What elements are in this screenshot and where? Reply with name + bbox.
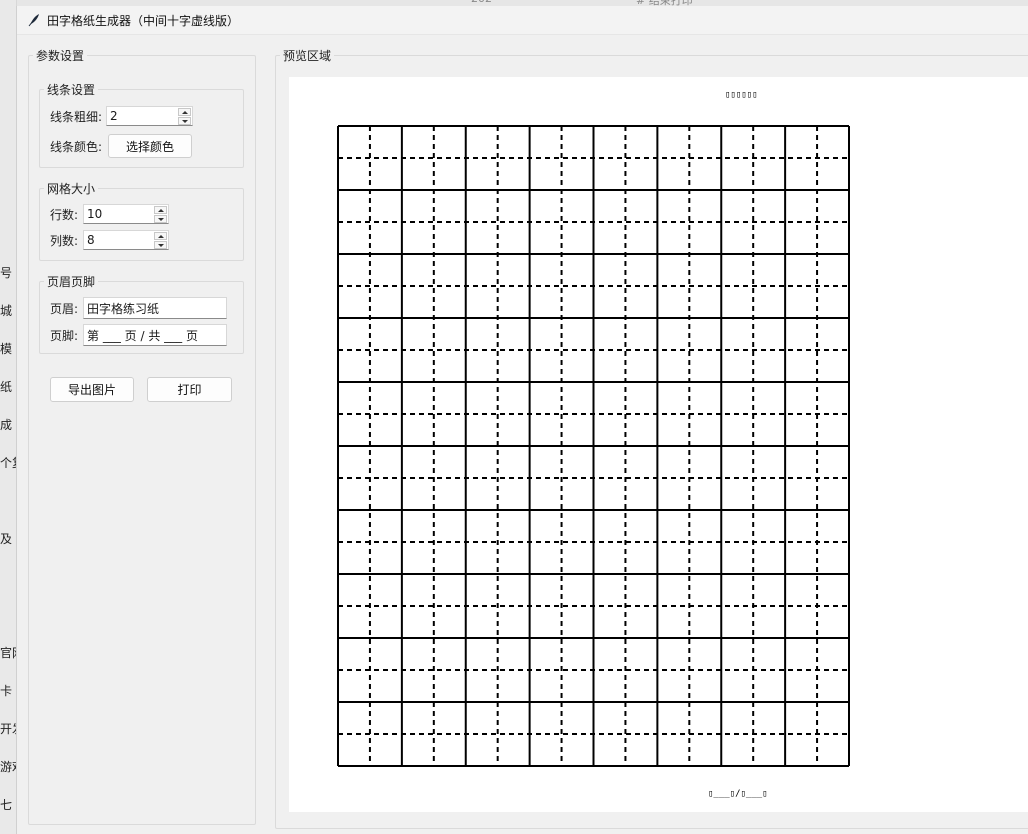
grid-size-legend: 网格大小 [47,182,96,196]
background-fragment: 及 [0,532,13,546]
feather-icon [27,13,41,27]
spin-down-icon[interactable] [178,117,192,125]
cols-row: 列数: 8 [50,230,170,250]
rows-label: 行数: [50,207,79,222]
background-window-sliver: 号 城 模 纸 成 个复 及 官网 卡 开发 游戏 七 [0,0,17,834]
spin-up-icon[interactable] [178,108,192,116]
background-fragment: 号 [0,266,13,280]
app-window: 田字格纸生成器（中间十字虚线版） 参数设置 线条设置 线条粗细: 2 线条颜色:… [16,6,1028,834]
background-fragment: 游戏 [0,760,16,774]
preview-canvas: ▯▯▯▯▯▯ ▯___▯/▯___▯ [289,77,1028,812]
header-input[interactable]: 田字格练习纸 [83,297,228,319]
cols-spinbox[interactable]: 8 [83,230,170,250]
footer-input[interactable]: 第 ___ 页 / 共 ___ 页 [83,324,228,346]
background-fragment: 七 [0,798,13,812]
background-fragment: 202 [471,0,492,5]
line-width-label: 线条粗细: [50,109,103,124]
spin-down-icon[interactable] [154,241,168,249]
spin-down-icon[interactable] [154,215,168,223]
header-footer-legend: 页眉页脚 [47,275,96,289]
title-bar[interactable]: 田字格纸生成器（中间十字虚线版） [17,6,1028,35]
choose-color-button[interactable]: 选择颜色 [108,134,193,158]
background-fragment: 纸 [0,380,13,394]
params-legend: 参数设置 [36,49,85,63]
background-fragment: 个复 [0,456,16,470]
background-fragment: 模 [0,342,13,356]
footer-row: 页脚: 第 ___ 页 / 共 ___ 页 [50,324,228,346]
line-color-label: 线条颜色: [50,139,103,154]
export-image-button[interactable]: 导出图片 [50,377,134,402]
preview-legend: 预览区域 [283,49,332,63]
tianzige-grid [337,125,850,767]
line-width-row: 线条粗细: 2 [50,106,194,126]
header-label: 页眉: [50,301,79,316]
spin-up-icon[interactable] [154,232,168,240]
line-width-value: 2 [110,109,118,123]
print-button[interactable]: 打印 [147,377,232,402]
cols-value: 8 [87,233,95,247]
header-row: 页眉: 田字格练习纸 [50,297,228,319]
background-fragment: 成 [0,418,13,432]
cols-label: 列数: [50,233,79,248]
line-color-row: 线条颜色: 选择颜色 [50,134,193,158]
window-title: 田字格纸生成器（中间十字虚线版） [47,13,240,28]
background-fragment: 开发 [0,722,16,736]
spin-up-icon[interactable] [154,206,168,214]
rows-value: 10 [87,207,103,221]
footer-label: 页脚: [50,328,79,343]
background-fragment: 卡 [0,684,13,698]
preview-footer-text: ▯___▯/▯___▯ [708,789,768,799]
line-settings-legend: 线条设置 [47,83,96,97]
background-fragment: 城 [0,304,13,318]
rows-row: 行数: 10 [50,204,170,224]
rows-spinbox[interactable]: 10 [83,204,170,224]
background-fragment: 官网 [0,646,16,660]
line-width-spinbox[interactable]: 2 [106,106,194,126]
